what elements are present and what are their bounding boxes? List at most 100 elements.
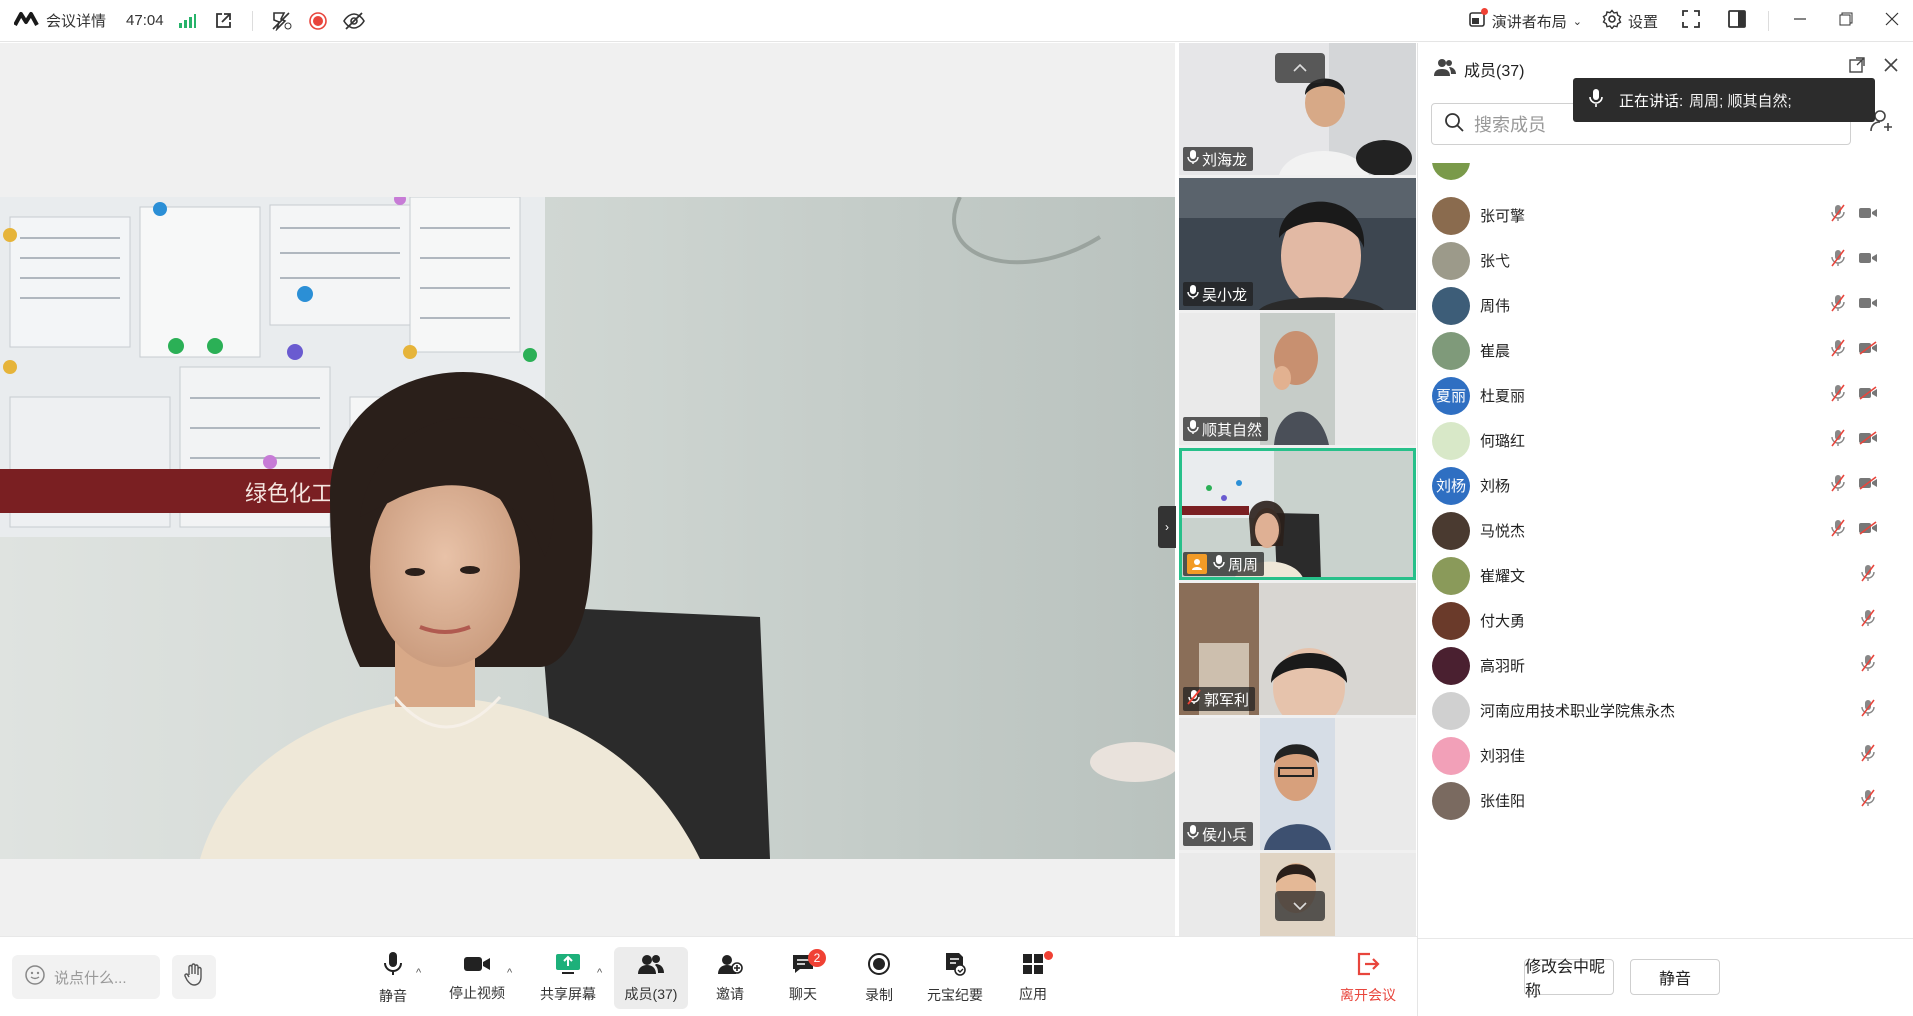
settings-label: 设置 [1627, 13, 1658, 31]
mute-all-button[interactable]: 静音 [1630, 959, 1720, 995]
leave-meeting-button[interactable]: 离开会议 [1336, 947, 1400, 1009]
layout-label: 演讲者布局 [1491, 13, 1567, 31]
mic-muted-icon[interactable] [1830, 249, 1846, 272]
close-window-button[interactable] [1871, 5, 1913, 37]
participant-name-tag: 周周 [1183, 552, 1265, 576]
thumbnail-tile[interactable]: 侯小兵 [1179, 718, 1416, 850]
mic-muted-icon[interactable] [1860, 789, 1876, 812]
avatar [1432, 286, 1470, 325]
mic-muted-icon[interactable] [1860, 564, 1876, 587]
speaking-names: 周周; 顺其自然; [1689, 92, 1792, 110]
stop-video-button[interactable]: 停止视频 [443, 947, 511, 1009]
quick-chat-input[interactable]: 说点什么... [12, 955, 160, 999]
mic-muted-icon[interactable] [1860, 654, 1876, 677]
member-row[interactable] [1418, 163, 1913, 188]
mic-muted-icon[interactable] [1830, 429, 1846, 452]
member-name: 刘羽佳 [1480, 748, 1526, 765]
camera-off-icon[interactable] [1858, 521, 1878, 540]
invite-button[interactable]: 邀请 [710, 947, 750, 1009]
members-label: 成员(37) [624, 985, 678, 1002]
sidebar-icon [1728, 10, 1746, 32]
chat-button[interactable]: 聊天 2 [786, 947, 826, 1009]
share-link-icon[interactable] [210, 8, 236, 34]
scroll-up-button[interactable] [1275, 53, 1325, 83]
scroll-down-button[interactable] [1275, 891, 1325, 921]
mic-icon [1187, 149, 1199, 169]
video-options-caret[interactable]: ^ [507, 967, 512, 979]
apps-label: 应用 [1019, 985, 1047, 1002]
member-row[interactable]: 张佳阳 [1418, 773, 1913, 828]
mic-muted-icon[interactable] [1830, 339, 1846, 362]
thumbnail-tile[interactable] [1179, 853, 1416, 936]
avatar [1432, 781, 1470, 820]
members-panel: 成员(37) 搜索成员 张可擎 张弋 周伟 崔晨 夏丽 杜夏丽 何璐红 刘杨 刘杨 马悦杰 崔耀文付… [1417, 43, 1913, 1016]
ai-minutes-button[interactable]: 元宝纪要 [926, 947, 984, 1009]
rename-in-meeting-button[interactable]: 修改会中昵称 [1524, 959, 1614, 1000]
leave-label: 离开会议 [1340, 986, 1396, 1003]
toggle-sidebar-button[interactable] [1716, 5, 1758, 37]
avatar [1432, 646, 1470, 685]
thumbnail-tile-active[interactable]: 周周 [1179, 448, 1416, 580]
mic-muted-icon[interactable] [1830, 204, 1846, 227]
mute-options-caret[interactable]: ^ [416, 967, 421, 979]
search-icon [1444, 112, 1464, 137]
restore-button[interactable] [1825, 5, 1867, 37]
record-icon [867, 952, 891, 979]
mic-icon [1187, 419, 1199, 439]
hide-view-icon[interactable] [341, 8, 367, 34]
members-button[interactable]: 成员(37) [614, 947, 688, 1009]
main-speaker-video[interactable]: 绿色化工 [0, 197, 1175, 859]
share-screen-button[interactable]: 共享屏幕 [534, 947, 602, 1009]
meeting-details-link[interactable]: 会议详情 [46, 10, 106, 31]
mic-muted-icon[interactable] [1860, 699, 1876, 722]
signal-strength-icon[interactable] [174, 8, 200, 34]
collapse-thumbnails-button[interactable]: › [1158, 506, 1176, 548]
security-settings-icon[interactable] [269, 8, 295, 34]
camera-icon[interactable] [1858, 251, 1878, 270]
main-stage: 绿色化工 [0, 43, 1175, 936]
camera-icon[interactable] [1858, 296, 1878, 315]
member-name: 高羽昕 [1480, 658, 1526, 675]
mic-muted-icon[interactable] [1860, 744, 1876, 767]
mic-muted-icon[interactable] [1830, 474, 1846, 497]
members-icon [637, 953, 665, 978]
minimize-icon [1793, 12, 1807, 30]
camera-icon[interactable] [1858, 206, 1878, 225]
avatar [1432, 691, 1470, 730]
banner-text: 绿色化工 [245, 482, 333, 507]
thumbnail-tile[interactable]: 顺其自然 [1179, 313, 1416, 445]
share-options-caret[interactable]: ^ [597, 967, 602, 979]
popout-icon[interactable] [1849, 57, 1865, 78]
apps-button[interactable]: 应用 [1016, 947, 1053, 1009]
participant-name-tag: 郭军利 [1183, 687, 1256, 711]
fullscreen-button[interactable] [1670, 5, 1712, 37]
mic-muted-icon[interactable] [1860, 609, 1876, 632]
camera-off-icon[interactable] [1858, 431, 1878, 450]
minimize-button[interactable] [1779, 5, 1821, 37]
layout-dropdown[interactable]: 演讲者布局 ⌄ [1460, 5, 1590, 37]
record-button[interactable]: 录制 [862, 947, 896, 1009]
member-name: 张弋 [1480, 253, 1511, 270]
chevron-down-icon: ⌄ [1572, 15, 1582, 28]
recording-indicator-icon[interactable] [305, 8, 331, 34]
camera-off-icon[interactable] [1858, 341, 1878, 360]
camera-off-icon[interactable] [1858, 476, 1878, 495]
camera-off-icon[interactable] [1858, 386, 1878, 405]
avatar [1432, 163, 1470, 180]
apps-notification-dot [1044, 951, 1053, 960]
settings-button[interactable]: 设置 [1594, 5, 1666, 37]
mute-label: 静音 [379, 987, 407, 1004]
mute-button[interactable]: 静音 [366, 947, 420, 1009]
raise-hand-button[interactable] [172, 955, 216, 999]
microphone-icon [1589, 88, 1603, 112]
stop-video-label: 停止视频 [449, 984, 505, 1001]
thumbnail-tile[interactable]: 刘海龙 [1179, 43, 1416, 175]
mic-muted-icon[interactable] [1830, 384, 1846, 407]
member-name: 马悦杰 [1480, 523, 1526, 540]
mic-muted-icon[interactable] [1830, 294, 1846, 317]
mic-muted-icon[interactable] [1830, 519, 1846, 542]
thumbnail-tile[interactable]: 吴小龙 [1179, 178, 1416, 310]
member-name: 张佳阳 [1480, 793, 1526, 810]
thumbnail-tile[interactable]: 郭军利 [1179, 583, 1416, 715]
close-panel-icon[interactable] [1883, 57, 1899, 78]
